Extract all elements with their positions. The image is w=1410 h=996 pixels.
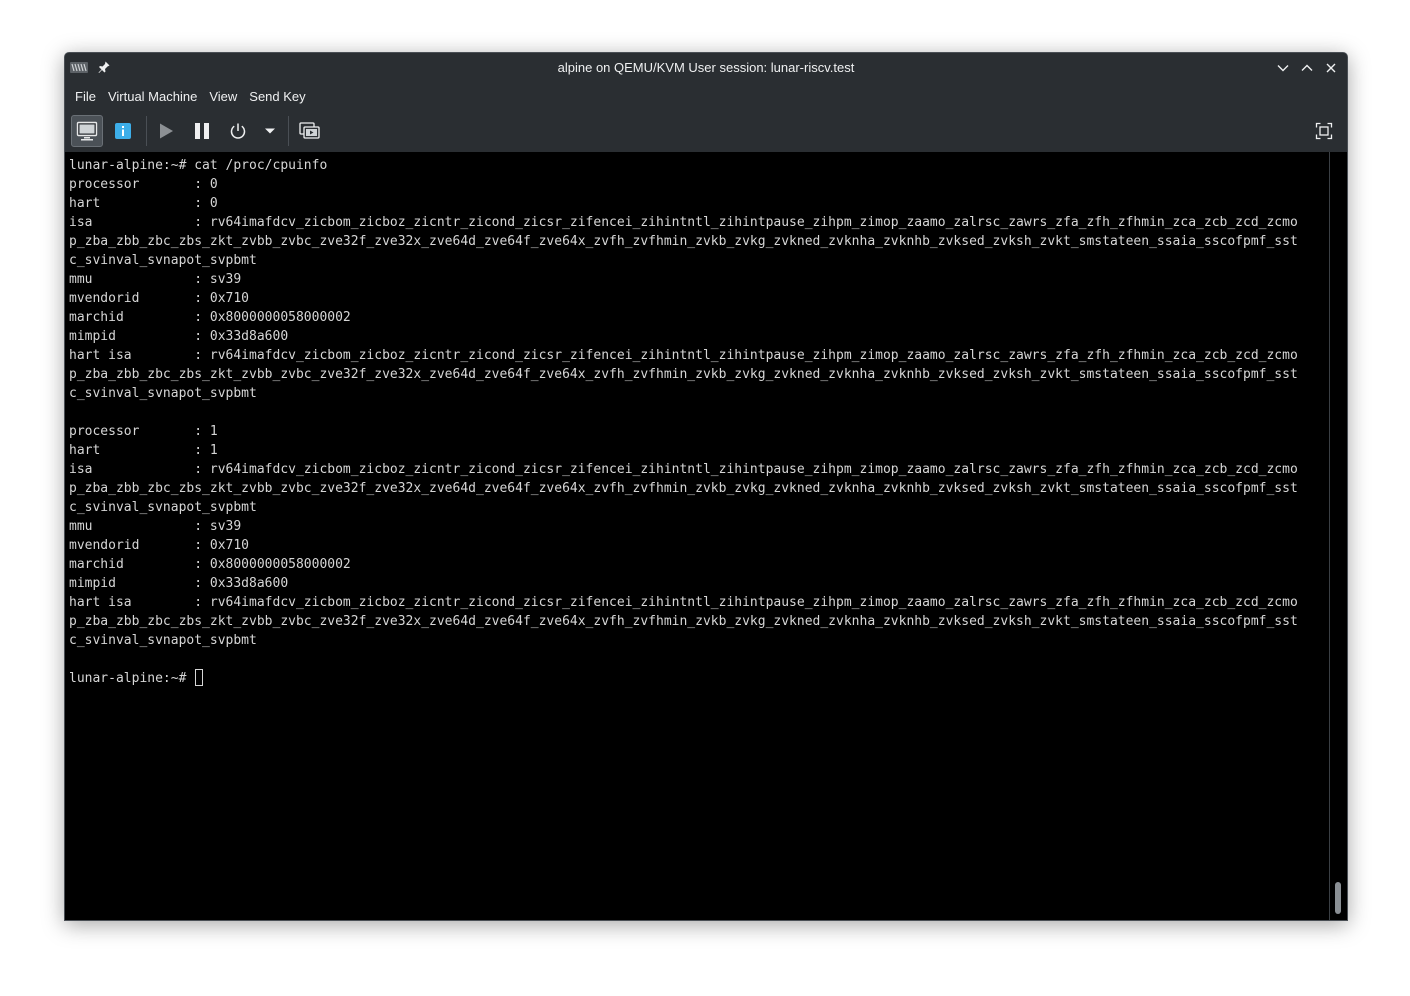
menu-file[interactable]: File — [69, 85, 102, 108]
console-line: mvendorid : 0x710 — [69, 538, 250, 553]
run-icon — [160, 123, 173, 139]
console-line: mmu : sv39 — [69, 519, 242, 534]
close-button[interactable] — [1321, 58, 1341, 78]
console-line: hart : 1 — [69, 443, 218, 458]
snapshots-button[interactable] — [294, 115, 326, 147]
console-line: hart isa : rv64imafdcv_zicbom_zicboz_zic… — [69, 595, 1298, 610]
window-title: alpine on QEMU/KVM User session: lunar-r… — [557, 60, 855, 75]
console-scrollbar[interactable] — [1329, 152, 1347, 920]
console-line: p_zba_zbb_zbc_zbs_zkt_zvbb_zvbc_zve32f_z… — [69, 367, 1298, 382]
console-line: hart : 0 — [69, 196, 218, 211]
fullscreen-icon — [1315, 122, 1333, 140]
console-line: isa : rv64imafdcv_zicbom_zicboz_zicntr_z… — [69, 462, 1298, 477]
console-line: mimpid : 0x33d8a600 — [69, 329, 289, 344]
power-icon — [230, 123, 246, 139]
pin-icon[interactable] — [97, 60, 111, 74]
console-line: mvendorid : 0x710 — [69, 291, 250, 306]
title-bar[interactable]: alpine on QEMU/KVM User session: lunar-r… — [65, 53, 1347, 82]
menu-virtual-machine[interactable]: Virtual Machine — [102, 85, 203, 108]
console-line: lunar-alpine:~# cat /proc/cpuinfo — [69, 158, 328, 173]
details-info-icon — [115, 123, 131, 139]
menu-view[interactable]: View — [203, 85, 243, 108]
terminal-prompt: lunar-alpine:~# — [69, 671, 195, 686]
snapshots-icon — [299, 122, 320, 139]
console-line: mmu : sv39 — [69, 272, 242, 287]
console-line: c_svinval_svnapot_svpbmt — [69, 386, 257, 401]
details-button[interactable] — [107, 115, 139, 147]
console-line: p_zba_zbb_zbc_zbs_zkt_zvbb_zvbc_zve32f_z… — [69, 481, 1298, 496]
console-line: processor : 1 — [69, 424, 218, 439]
console-line: isa : rv64imafdcv_zicbom_zicboz_zicntr_z… — [69, 215, 1298, 230]
maximize-button[interactable] — [1297, 58, 1317, 78]
toolbar-separator — [288, 116, 289, 146]
menu-send-key[interactable]: Send Key — [243, 85, 311, 108]
shutdown-button[interactable] — [222, 115, 254, 147]
console-line: p_zba_zbb_zbc_zbs_zkt_zvbb_zvbc_zve32f_z… — [69, 234, 1298, 249]
toolbar — [65, 110, 1347, 152]
minimize-button[interactable] — [1273, 58, 1293, 78]
console-line: hart isa : rv64imafdcv_zicbom_zicboz_zic… — [69, 348, 1298, 363]
scrollbar-thumb[interactable] — [1335, 882, 1341, 914]
toolbar-separator — [146, 116, 147, 146]
fullscreen-button[interactable] — [1308, 115, 1340, 147]
terminal-cursor — [195, 669, 204, 686]
console-line: p_zba_zbb_zbc_zbs_zkt_zvbb_zvbc_zve32f_z… — [69, 614, 1298, 629]
pause-button[interactable] — [186, 115, 218, 147]
console-line: marchid : 0x8000000058000002 — [69, 557, 351, 572]
pause-icon — [195, 123, 209, 139]
console-view-button[interactable] — [71, 115, 103, 147]
vm-console[interactable]: lunar-alpine:~# cat /proc/cpuinfo proces… — [65, 152, 1329, 920]
power-menu-chevron-icon — [265, 128, 275, 134]
virt-manager-app-icon[interactable] — [70, 62, 88, 73]
console-line: c_svinval_svnapot_svpbmt — [69, 633, 257, 648]
console-line: mimpid : 0x33d8a600 — [69, 576, 289, 591]
terminal-output: lunar-alpine:~# cat /proc/cpuinfo proces… — [65, 152, 1329, 688]
terminal-lines: lunar-alpine:~# cat /proc/cpuinfo proces… — [69, 158, 1298, 648]
close-icon — [1326, 63, 1336, 73]
chevron-up-icon — [1301, 64, 1313, 71]
console-line: c_svinval_svnapot_svpbmt — [69, 253, 257, 268]
console-view-icon — [76, 121, 98, 141]
run-button[interactable] — [150, 115, 182, 147]
shutdown-menu-button[interactable] — [254, 115, 286, 147]
console-line: c_svinval_svnapot_svpbmt — [69, 500, 257, 515]
chevron-down-icon — [1277, 65, 1289, 72]
vm-window: alpine on QEMU/KVM User session: lunar-r… — [64, 52, 1348, 921]
console-line: marchid : 0x8000000058000002 — [69, 310, 351, 325]
console-line: processor : 0 — [69, 177, 218, 192]
menu-bar: File Virtual Machine View Send Key — [65, 82, 1347, 110]
